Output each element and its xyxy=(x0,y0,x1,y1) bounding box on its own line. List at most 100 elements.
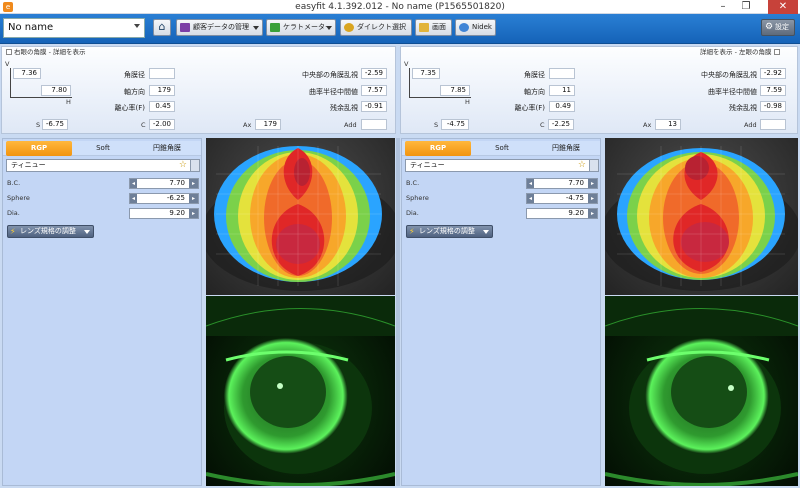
left-k-v-value: 7.35 xyxy=(412,68,440,79)
chevron-right-icon[interactable]: ▸ xyxy=(588,179,597,188)
lens-name-select[interactable]: ティニュー ☆ xyxy=(405,159,599,172)
axis-v-line xyxy=(409,68,410,98)
eccentricity-label: 離心率(F) xyxy=(514,104,546,112)
minimize-icon[interactable]: – xyxy=(712,0,734,14)
direct-select-button[interactable]: ダイレクト選択 xyxy=(340,19,412,36)
dia-stepper[interactable]: 9.20 ▸ xyxy=(526,208,598,219)
nidek-icon xyxy=(459,23,469,32)
star-icon[interactable]: ☆ xyxy=(578,160,586,171)
left-c-field[interactable]: -2.25 xyxy=(548,119,574,130)
axis-h-label: H xyxy=(465,98,470,106)
sphere-value: -6.25 xyxy=(166,194,185,202)
right-eye-detail-checkbox[interactable]: 右眼の角膜 - 詳細を表示 xyxy=(6,46,85,56)
lens-spec-adjust-button[interactable]: ⚡ レンズ規格の調整 xyxy=(7,225,94,238)
right-eye-detail-label: 右眼の角膜 - 詳細を表示 xyxy=(14,48,86,56)
chevron-down-icon[interactable] xyxy=(190,160,199,171)
lens-name-value: ティニュー xyxy=(410,161,445,169)
tab-keratoconus[interactable]: 円錐角膜 xyxy=(533,141,599,156)
right-topography-map[interactable] xyxy=(201,138,401,295)
settings-button[interactable]: ⚙ 設定 xyxy=(761,19,795,36)
add-label: Add xyxy=(344,121,357,129)
sphere-stepper[interactable]: ◂ -4.75 ▸ xyxy=(526,193,598,204)
left-eye-detail-label: 詳細を表示 - 左眼の角膜 xyxy=(700,48,772,56)
chevron-right-icon[interactable]: ▸ xyxy=(189,179,198,188)
direct-select-label: ダイレクト選択 xyxy=(357,23,406,31)
checkbox-icon xyxy=(6,49,12,55)
topography-image xyxy=(201,146,401,291)
close-icon[interactable]: ✕ xyxy=(768,0,798,14)
chevron-down-icon xyxy=(84,230,90,234)
chevron-down-icon[interactable] xyxy=(589,160,598,171)
right-add-field[interactable] xyxy=(361,119,387,130)
settings-label: 設定 xyxy=(775,23,789,31)
lens-spec-adjust-button[interactable]: ⚡ レンズ規格の調整 xyxy=(406,225,493,238)
ax-label: Ax xyxy=(243,121,252,129)
central-astig-label: 中央部の角膜乱視 xyxy=(701,71,757,79)
screen-label: 画面 xyxy=(432,23,446,31)
tab-rgp[interactable]: RGP xyxy=(6,141,72,156)
screen-icon xyxy=(419,23,429,32)
residual-astig-label: 残余乱視 xyxy=(330,104,358,112)
checkbox-icon xyxy=(774,49,781,55)
mean-radius-label: 曲率半径中間値 xyxy=(708,88,757,96)
right-c-field[interactable]: -2.00 xyxy=(149,119,175,130)
restore-icon[interactable]: ❐ xyxy=(735,0,757,14)
s-label: S xyxy=(36,121,41,129)
right-fluorescein-image[interactable] xyxy=(206,296,395,486)
lens-type-tabs: RGP Soft 円錐角膜 xyxy=(3,141,201,156)
left-eccentricity-value: 0.49 xyxy=(549,101,575,112)
screen-button[interactable]: 画面 xyxy=(415,19,452,36)
sphere-label: Sphere xyxy=(7,194,30,202)
fluorescein-eye-image xyxy=(206,296,395,486)
chevron-left-icon[interactable]: ◂ xyxy=(527,194,534,203)
tab-soft[interactable]: Soft xyxy=(472,141,532,156)
home-button[interactable]: ⌂ xyxy=(153,19,171,36)
keratometer-button[interactable]: ケラトメーター xyxy=(266,19,336,36)
chevron-down-icon[interactable] xyxy=(134,24,140,28)
left-ax-field[interactable]: 13 xyxy=(655,119,681,130)
tab-soft[interactable]: Soft xyxy=(73,141,133,156)
dia-label: Dia. xyxy=(406,209,419,217)
lightning-icon: ⚡ xyxy=(409,227,415,236)
left-fluorescein-image[interactable] xyxy=(605,296,798,486)
dia-value: 9.20 xyxy=(169,209,185,217)
chevron-right-icon[interactable]: ▸ xyxy=(588,209,597,218)
chevron-right-icon[interactable]: ▸ xyxy=(588,194,597,203)
right-s-field[interactable]: -6.75 xyxy=(42,119,68,130)
star-icon[interactable]: ☆ xyxy=(179,160,187,171)
dia-stepper[interactable]: 9.20 ▸ xyxy=(129,208,199,219)
c-label: C xyxy=(540,121,545,129)
customer-data-button[interactable]: 顧客データの管理 xyxy=(176,19,263,36)
left-axis-value: 11 xyxy=(549,85,575,96)
angle-dia-label: 角膜径 xyxy=(524,71,545,79)
bc-stepper[interactable]: ◂ 7.70 ▸ xyxy=(526,178,598,189)
bc-stepper[interactable]: ◂ 7.70 ▸ xyxy=(129,178,199,189)
pane-splitter[interactable] xyxy=(396,138,400,486)
lens-name-select[interactable]: ティニュー ☆ xyxy=(6,159,200,172)
nidek-button[interactable]: Nidek xyxy=(455,19,496,36)
nidek-label: Nidek xyxy=(472,23,492,31)
topography-image xyxy=(601,146,800,291)
patient-name-select[interactable]: No name xyxy=(3,18,145,38)
chevron-right-icon[interactable]: ▸ xyxy=(189,194,198,203)
direct-select-icon xyxy=(344,23,354,32)
right-ax-field[interactable]: 179 xyxy=(255,119,281,130)
chevron-left-icon[interactable]: ◂ xyxy=(130,179,137,188)
chevron-left-icon[interactable]: ◂ xyxy=(130,194,137,203)
sphere-value: -4.75 xyxy=(565,194,584,202)
residual-astig-label: 残余乱視 xyxy=(729,104,757,112)
left-s-field[interactable]: -4.75 xyxy=(441,119,469,130)
right-angle-dia-field[interactable] xyxy=(149,68,175,79)
axis-h-label: H xyxy=(66,98,71,106)
chevron-left-icon[interactable]: ◂ xyxy=(527,179,534,188)
sphere-stepper[interactable]: ◂ -6.25 ▸ xyxy=(129,193,199,204)
tab-rgp[interactable]: RGP xyxy=(405,141,471,156)
right-mean-radius-value: 7.57 xyxy=(361,85,387,96)
tab-keratoconus[interactable]: 円錐角膜 xyxy=(134,141,200,156)
axis-direction-label: 軸方向 xyxy=(124,88,145,96)
left-eye-detail-checkbox[interactable]: 詳細を表示 - 左眼の角膜 xyxy=(700,46,782,56)
left-topography-map[interactable] xyxy=(601,138,800,295)
chevron-right-icon[interactable]: ▸ xyxy=(189,209,198,218)
left-angle-dia-field[interactable] xyxy=(549,68,575,79)
left-add-field[interactable] xyxy=(760,119,786,130)
